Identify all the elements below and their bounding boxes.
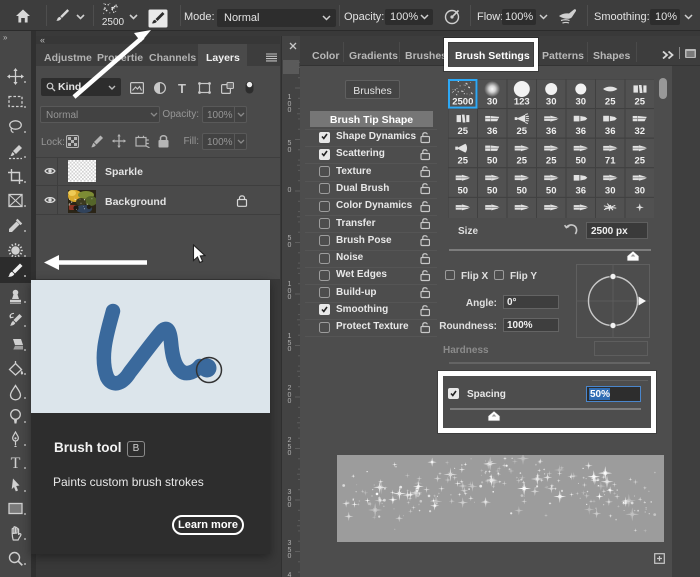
- svg-text:50: 50: [457, 185, 468, 196]
- svg-text:2500: 2500: [452, 97, 473, 108]
- svg-text:36: 36: [604, 126, 615, 137]
- svg-text:25: 25: [604, 97, 615, 108]
- svg-text:30: 30: [604, 185, 615, 196]
- svg-text:30: 30: [575, 97, 586, 108]
- svg-text:36: 36: [575, 126, 586, 137]
- svg-text:36: 36: [486, 126, 497, 137]
- svg-text:50: 50: [486, 185, 497, 196]
- svg-text:71: 71: [604, 156, 615, 167]
- svg-text:123: 123: [513, 97, 529, 108]
- svg-text:25: 25: [516, 156, 527, 167]
- svg-text:50: 50: [575, 156, 586, 167]
- svg-text:T: T: [178, 82, 186, 94]
- svg-text:25: 25: [457, 126, 468, 137]
- svg-text:25: 25: [545, 156, 556, 167]
- svg-text:30: 30: [545, 97, 556, 108]
- svg-text:25: 25: [634, 97, 645, 108]
- svg-text:25: 25: [634, 156, 645, 167]
- svg-text:T: T: [11, 455, 21, 471]
- svg-text:30: 30: [634, 185, 645, 196]
- svg-text:25: 25: [457, 156, 468, 167]
- svg-text:36: 36: [575, 185, 586, 196]
- svg-text:36: 36: [545, 126, 556, 137]
- svg-text:50: 50: [486, 156, 497, 167]
- svg-text:50: 50: [516, 185, 527, 196]
- svg-text:50: 50: [545, 185, 556, 196]
- svg-text:30: 30: [486, 97, 497, 108]
- svg-text:32: 32: [634, 126, 645, 137]
- svg-text:25: 25: [516, 126, 527, 137]
